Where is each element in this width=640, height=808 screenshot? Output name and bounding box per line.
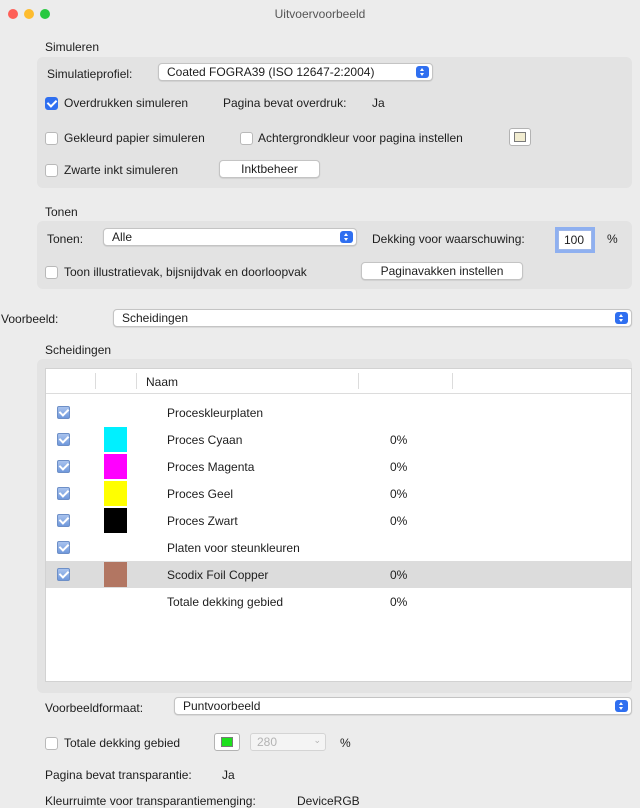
ink-manager-button[interactable]: Inktbeheer bbox=[219, 160, 320, 178]
stepper-icon bbox=[615, 700, 628, 712]
total-coverage-combo[interactable]: 280 ⌄ bbox=[250, 733, 326, 751]
preview-value: Scheidingen bbox=[122, 311, 189, 325]
separation-name: Totale dekking gebied bbox=[167, 595, 284, 609]
tones-panel: Tonen: Alle Dekking voor waarschuwing: 1… bbox=[37, 221, 632, 289]
separation-row[interactable]: Totale dekking gebied 0% bbox=[46, 588, 631, 615]
page-boxes-button[interactable]: Paginavakken instellen bbox=[361, 262, 523, 280]
preview-format-value: Puntvoorbeeld bbox=[183, 699, 261, 713]
separation-visibility-checkbox[interactable] bbox=[57, 541, 70, 554]
separation-color-swatch bbox=[104, 508, 127, 533]
preview-format-label: Voorbeeldformaat: bbox=[45, 701, 144, 715]
separations-heading: Scheidingen bbox=[45, 343, 112, 357]
separation-name: Scodix Foil Copper bbox=[167, 568, 269, 582]
separation-name: Proces Cyaan bbox=[167, 433, 243, 447]
overprint-checkbox[interactable] bbox=[45, 97, 58, 110]
separation-color-swatch bbox=[104, 427, 127, 452]
separation-visibility-checkbox[interactable] bbox=[57, 433, 70, 446]
blend-space-value: DeviceRGB bbox=[297, 794, 360, 808]
simulation-profile-value: Coated FOGRA39 (ISO 12647-2:2004) bbox=[167, 65, 375, 79]
separation-name: Platen voor steunkleuren bbox=[167, 541, 300, 555]
title-bar: Uitvoervoorbeeld bbox=[0, 0, 640, 28]
chevron-down-icon: ⌄ bbox=[313, 735, 321, 745]
preview-format-select[interactable]: Puntvoorbeeld bbox=[174, 697, 632, 715]
stepper-icon bbox=[615, 312, 628, 324]
separation-row[interactable]: Proces Magenta 0% bbox=[46, 453, 631, 480]
page-transparency-label: Pagina bevat transparantie: bbox=[45, 768, 192, 782]
total-coverage-color-swatch[interactable] bbox=[214, 733, 240, 751]
simulation-profile-select[interactable]: Coated FOGRA39 (ISO 12647-2:2004) bbox=[158, 63, 433, 81]
separation-color-swatch bbox=[104, 454, 127, 479]
separations-list: Naam Proceskleurplaten Proces Cyaan 0% Proc… bbox=[45, 368, 632, 682]
coverage-warning-input[interactable]: 100 bbox=[558, 230, 592, 250]
stepper-icon bbox=[340, 231, 353, 243]
black-ink-checkbox[interactable] bbox=[45, 164, 58, 177]
separation-name: Proceskleurplaten bbox=[167, 406, 264, 420]
separation-color-swatch bbox=[104, 481, 127, 506]
show-boxes-checkbox[interactable] bbox=[45, 266, 58, 279]
background-color-swatch[interactable] bbox=[509, 128, 531, 146]
total-coverage-value: 280 bbox=[257, 735, 278, 749]
black-ink-label: Zwarte inkt simuleren bbox=[64, 163, 179, 177]
separation-row[interactable]: Proces Zwart 0% bbox=[46, 507, 631, 534]
total-coverage-checkbox[interactable] bbox=[45, 737, 58, 750]
background-color-label: Achtergrondkleur voor pagina instellen bbox=[258, 131, 463, 145]
separation-visibility-checkbox[interactable] bbox=[57, 487, 70, 500]
tones-heading: Tonen bbox=[45, 205, 78, 219]
separation-row[interactable]: Proces Cyaan 0% bbox=[46, 426, 631, 453]
simulate-heading: Simuleren bbox=[45, 40, 100, 54]
colored-paper-label: Gekleurd papier simuleren bbox=[64, 131, 205, 145]
total-coverage-unit: % bbox=[340, 736, 351, 750]
blend-space-label: Kleurruimte voor transparantiemenging: bbox=[45, 794, 256, 808]
separation-visibility-checkbox[interactable] bbox=[57, 460, 70, 473]
coverage-unit: % bbox=[607, 232, 618, 246]
total-coverage-color bbox=[221, 737, 233, 747]
separation-row[interactable]: Scodix Foil Copper 0% bbox=[46, 561, 631, 588]
separation-percent: 0% bbox=[390, 514, 408, 528]
tones-show-select[interactable]: Alle bbox=[103, 228, 357, 246]
preview-select[interactable]: Scheidingen bbox=[113, 309, 632, 327]
separation-percent: 0% bbox=[390, 433, 408, 447]
separation-visibility-checkbox[interactable] bbox=[57, 568, 70, 581]
preview-label: Voorbeeld: bbox=[1, 312, 59, 326]
page-overprint-value: Ja bbox=[372, 96, 385, 110]
separation-color-swatch bbox=[104, 562, 127, 587]
colored-paper-checkbox[interactable] bbox=[45, 132, 58, 145]
separation-name: Proces Geel bbox=[167, 487, 234, 501]
overprint-label: Overdrukken simuleren bbox=[64, 96, 189, 110]
separation-visibility-checkbox[interactable] bbox=[57, 406, 70, 419]
tones-show-label: Tonen: bbox=[47, 232, 84, 246]
simulation-profile-label: Simulatieprofiel: bbox=[47, 67, 133, 81]
show-boxes-label: Toon illustratievak, bijsnijdvak en door… bbox=[64, 265, 307, 279]
separation-percent: 0% bbox=[390, 568, 408, 582]
separations-header: Naam bbox=[46, 369, 631, 394]
coverage-warning-label: Dekking voor waarschuwing: bbox=[372, 232, 525, 246]
separation-percent: 0% bbox=[390, 487, 408, 501]
simulate-panel: Simulatieprofiel: Coated FOGRA39 (ISO 12… bbox=[37, 57, 632, 188]
column-header-name[interactable]: Naam bbox=[146, 375, 178, 389]
separation-name: Proces Zwart bbox=[167, 514, 238, 528]
separation-name: Proces Magenta bbox=[167, 460, 255, 474]
separation-row[interactable]: Platen voor steunkleuren bbox=[46, 534, 631, 561]
separation-row[interactable]: Proceskleurplaten bbox=[46, 399, 631, 426]
background-color-checkbox[interactable] bbox=[240, 132, 253, 145]
window-title: Uitvoervoorbeeld bbox=[274, 7, 366, 21]
page-transparency-value: Ja bbox=[222, 768, 235, 782]
tones-show-value: Alle bbox=[112, 230, 133, 244]
separation-row[interactable]: Proces Geel 0% bbox=[46, 480, 631, 507]
paper-color-swatch bbox=[514, 132, 526, 142]
separation-visibility-checkbox[interactable] bbox=[57, 514, 70, 527]
page-overprint-label: Pagina bevat overdruk: bbox=[223, 96, 347, 110]
total-coverage-label: Totale dekking gebied bbox=[64, 736, 181, 750]
separation-percent: 0% bbox=[390, 460, 408, 474]
separation-percent: 0% bbox=[390, 595, 408, 609]
stepper-icon bbox=[416, 66, 429, 78]
